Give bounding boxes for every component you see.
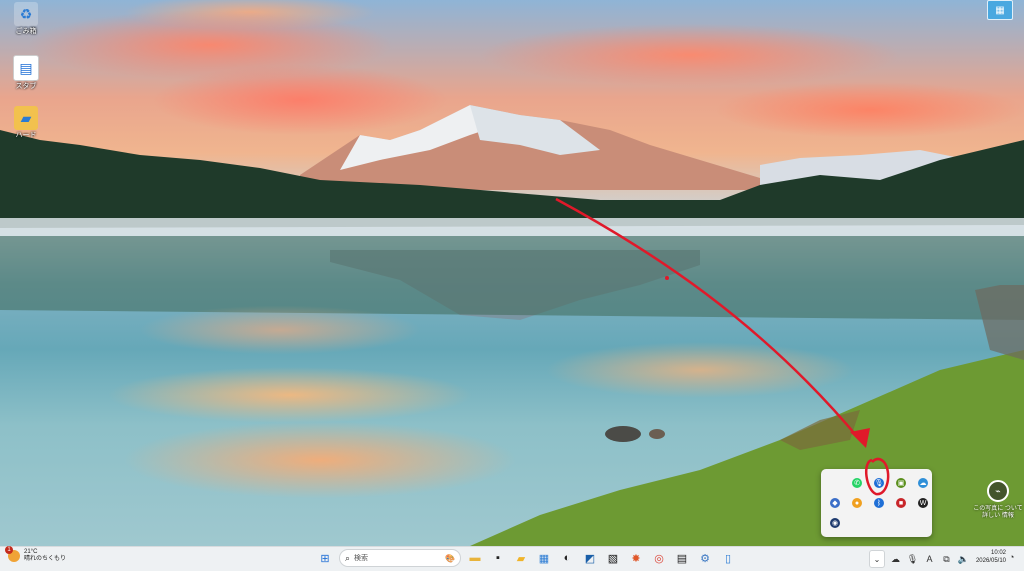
settings-taskbar-button[interactable]: ⚙ bbox=[696, 549, 714, 567]
app-red-icon: ■ bbox=[896, 498, 906, 508]
terminal-taskbar-button[interactable]: ▪ bbox=[489, 549, 507, 567]
tray-overflow-item[interactable]: ◉ bbox=[824, 513, 846, 533]
desktop-wallpaper bbox=[0, 0, 1024, 546]
chrome-icon: ◎ bbox=[654, 552, 664, 565]
blank-icon bbox=[830, 478, 840, 488]
search-icon: ⌕ bbox=[345, 552, 351, 563]
widget-icon[interactable]: ▦ bbox=[987, 0, 1013, 20]
start-button[interactable]: ⊞ bbox=[316, 549, 334, 567]
location-icon: ● bbox=[852, 498, 862, 508]
phone-link-icon: ▯ bbox=[724, 552, 732, 565]
weather-condition: 晴れのちくもり bbox=[24, 555, 67, 562]
microphone-icon: 🎙 bbox=[874, 478, 884, 488]
notes-icon: ▤ bbox=[676, 552, 688, 565]
folder-icon: ▰ bbox=[14, 106, 38, 130]
clock-date: 2026/05/10 bbox=[975, 557, 1006, 564]
whatsapp-icon: ✆ bbox=[852, 478, 862, 488]
burst-app-taskbar-button[interactable]: ✸ bbox=[627, 549, 645, 567]
settings-icon: ⚙ bbox=[700, 552, 710, 565]
file-explorer-icon: ▬ bbox=[469, 552, 481, 564]
tray-overflow-item[interactable] bbox=[824, 473, 846, 493]
photo-info-text: この写真に ついて詳しい 情報 bbox=[973, 506, 1023, 520]
search-placeholder: 検索 bbox=[354, 555, 369, 562]
tray-overflow-item[interactable]: ◆ bbox=[824, 493, 846, 513]
tray-overflow-item[interactable]: ● bbox=[846, 493, 868, 513]
desktop-icon-recycle-bin[interactable]: ♻ ごみ箱 bbox=[8, 2, 44, 35]
tray-overflow-item[interactable]: ☁ bbox=[912, 473, 934, 493]
document-icon: ▤ bbox=[13, 55, 39, 81]
desktop-icon-label: スタブ bbox=[15, 83, 37, 90]
desktop-icon-stub[interactable]: ▤ スタブ bbox=[8, 55, 44, 90]
search-box[interactable]: ⌕ 検索 🎨 bbox=[339, 549, 461, 567]
onedrive-icon: ☁ bbox=[918, 478, 928, 488]
notes-taskbar-button[interactable]: ▤ bbox=[673, 549, 691, 567]
bluetooth-icon: ᛒ bbox=[874, 498, 884, 508]
ime-icon[interactable]: A bbox=[923, 554, 936, 564]
taskbar: 1 21°C 晴れのちくもり ⊞ ⌕ 検索 🎨 ▬ ▪ ▰ ▦ ◐ ◩ ▧ ✸ ◎ ▤ ⚙ ▯ ⌄ ☁ 🎙… bbox=[0, 545, 1024, 571]
tray-overflow-item[interactable]: ᛒ bbox=[868, 493, 890, 513]
photos-taskbar-button[interactable]: ◩ bbox=[581, 549, 599, 567]
file-explorer-taskbar-button[interactable]: ▬ bbox=[466, 549, 484, 567]
folder-icon: ▰ bbox=[516, 552, 526, 565]
photo-info-widget[interactable]: ⌁ この写真に ついて詳しい 情報 bbox=[972, 480, 1024, 520]
photos-icon: ◩ bbox=[584, 552, 596, 565]
taskbar-center: ⊞ ⌕ 検索 🎨 ▬ ▪ ▰ ▦ ◐ ◩ ▧ ✸ ◎ ▤ ⚙ ▯ bbox=[316, 549, 737, 567]
weather-sun-icon: 1 bbox=[5, 545, 20, 562]
nvidia-icon: ▣ bbox=[896, 478, 906, 488]
chevron-up-icon[interactable]: ⌄ bbox=[869, 550, 885, 568]
folder-taskbar-button[interactable]: ▰ bbox=[512, 549, 530, 567]
pixel-app-taskbar-button[interactable]: ▧ bbox=[604, 549, 622, 567]
chrome-taskbar-button[interactable]: ◎ bbox=[650, 549, 668, 567]
store-icon: ▦ bbox=[538, 552, 550, 565]
circle-app-icon: ◉ bbox=[830, 518, 840, 528]
terminal-icon: ▪ bbox=[496, 552, 500, 564]
tray-overflow-item[interactable]: ■ bbox=[890, 493, 912, 513]
mic-icon[interactable]: 🎙 bbox=[906, 554, 919, 565]
phone-link-taskbar-button[interactable]: ▯ bbox=[719, 549, 737, 567]
cloud-icon[interactable]: ☁ bbox=[889, 554, 902, 565]
weather-badge: 1 bbox=[5, 545, 13, 554]
app-dark-taskbar-button[interactable]: ◐ bbox=[558, 549, 576, 567]
clock[interactable]: 10:02 2026/05/10 bbox=[968, 550, 1006, 566]
burst-app-icon: ✸ bbox=[631, 552, 641, 565]
recycle-bin-icon: ♻ bbox=[14, 2, 38, 26]
system-tray: ⌄ ☁ 🎙 A ⧉ 🔈 bbox=[869, 550, 970, 568]
store-taskbar-button[interactable]: ▦ bbox=[535, 549, 553, 567]
tray-overflow-item[interactable]: ▣ bbox=[890, 473, 912, 493]
weather-text: 21°C 晴れのちくもり bbox=[24, 549, 66, 563]
w-app-icon: W bbox=[918, 498, 928, 508]
clock-time: 10:02 bbox=[990, 550, 1006, 556]
desktop-icon-label: ごみ箱 bbox=[15, 28, 37, 35]
pixel-app-icon: ▧ bbox=[607, 552, 619, 565]
notification-icon[interactable]: ◔ bbox=[1009, 552, 1014, 562]
weather-temp: 21°C bbox=[24, 549, 38, 555]
app-dark-icon: ◐ bbox=[563, 552, 571, 564]
tray-overflow-grid: ✆ 🎙 ▣ ☁ ◆ ● ᛒ ■ W ◉ bbox=[824, 473, 934, 533]
tray-overflow-item[interactable]: W bbox=[912, 493, 934, 513]
display-icon[interactable]: ⧉ bbox=[940, 554, 953, 565]
security-icon: ◆ bbox=[830, 498, 840, 508]
tray-overflow-popup: ✆ 🎙 ▣ ☁ ◆ ● ᛒ ■ W ◉ bbox=[821, 469, 932, 537]
search-highlight-icon: 🎨 bbox=[445, 553, 455, 563]
desktop-icon-label: ハード bbox=[15, 132, 37, 139]
weather-widget[interactable]: 1 21°C 晴れのちくもり bbox=[5, 545, 66, 563]
desktop-icon-folder[interactable]: ▰ ハード bbox=[8, 106, 44, 139]
lake-reflection bbox=[0, 0, 1024, 546]
activation-icon: ⌁ bbox=[987, 480, 1009, 502]
tray-overflow-item[interactable]: 🎙 bbox=[868, 473, 890, 493]
tray-overflow-item[interactable]: ✆ bbox=[846, 473, 868, 493]
